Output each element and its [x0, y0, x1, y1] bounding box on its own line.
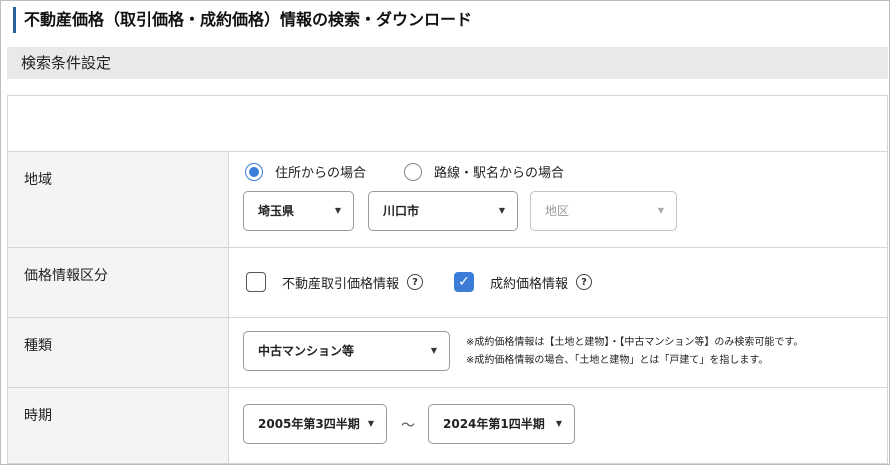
- radio-station-label: 路線・駅名からの場合: [434, 166, 565, 181]
- district-placeholder: 地区: [545, 204, 570, 218]
- chevron-down-icon: ▼: [555, 419, 562, 428]
- district-select[interactable]: 地区 ▼: [530, 191, 677, 231]
- search-panel: 不動産価格（取引価格・成約価格）情報の検索・ダウンロード 検索条件設定 地域 住…: [0, 0, 890, 465]
- property-kind-select[interactable]: 中古マンション等 ▼: [243, 331, 450, 371]
- period-to-value: 2024年第1四半期: [443, 417, 545, 431]
- period-separator: ～: [401, 418, 415, 434]
- price-type-row: 価格情報区分 不動産取引価格情報 ? ✓ 成約価格情報 ?: [8, 247, 887, 317]
- period-label: 時期: [8, 388, 229, 463]
- section-header: 検索条件設定: [7, 47, 888, 79]
- contract-price-checkbox[interactable]: ✓: [454, 272, 474, 292]
- contract-price-label: 成約価格情報: [490, 276, 569, 292]
- prefecture-value: 埼玉県: [258, 204, 295, 218]
- kind-row: 種類 中古マンション等 ▼ ※成約価格情報は【土地と建物】・【中古マンション等】…: [8, 317, 887, 387]
- radio-address[interactable]: [245, 162, 263, 181]
- kind-note-2: ※成約価格情報の場合、「土地と建物」とは「戸建て」を指します。: [466, 355, 769, 366]
- search-form: 地域 住所からの場合 路線・駅名からの場合 埼玉県 ▼ 川口市 ▼ 地区 ▼ 価…: [7, 95, 888, 464]
- transaction-price-checkbox[interactable]: [246, 272, 266, 292]
- kind-notes: ※成約価格情報は【土地と建物】・【中古マンション等】のみ検索可能です。 ※成約価…: [466, 334, 803, 370]
- radio-station-option[interactable]: 路線・駅名からの場合: [404, 162, 564, 181]
- region-row: 地域 住所からの場合 路線・駅名からの場合 埼玉県 ▼ 川口市 ▼ 地区 ▼: [8, 151, 887, 247]
- chevron-down-icon: ▼: [367, 419, 374, 428]
- radio-address-option[interactable]: 住所からの場合: [245, 162, 366, 181]
- period-from-select[interactable]: 2005年第3四半期 ▼: [243, 404, 387, 444]
- kind-note-1: ※成約価格情報は【土地と建物】・【中古マンション等】のみ検索可能です。: [466, 337, 804, 348]
- blank-row: [8, 96, 887, 151]
- period-to-select[interactable]: 2024年第1四半期 ▼: [428, 404, 575, 444]
- help-icon[interactable]: ?: [576, 274, 593, 290]
- chevron-down-icon: ▼: [498, 206, 505, 215]
- period-row: 時期 2005年第3四半期 ▼ ～ 2024年第1四半期 ▼: [8, 387, 887, 463]
- price-type-label: 価格情報区分: [8, 248, 229, 317]
- chevron-down-icon: ▼: [334, 206, 341, 215]
- contract-price-option[interactable]: ✓ 成約価格情報 ?: [454, 272, 593, 292]
- property-kind-value: 中古マンション等: [258, 344, 355, 358]
- help-icon[interactable]: ?: [407, 274, 424, 290]
- period-from-value: 2005年第3四半期: [258, 417, 360, 431]
- chevron-down-icon: ▼: [430, 346, 437, 355]
- radio-address-label: 住所からの場合: [275, 166, 367, 181]
- transaction-price-option[interactable]: 不動産取引価格情報 ?: [246, 272, 424, 292]
- kind-label: 種類: [8, 318, 229, 387]
- city-value: 川口市: [383, 204, 420, 218]
- prefecture-select[interactable]: 埼玉県 ▼: [243, 191, 354, 231]
- page-title: 不動産価格（取引価格・成約価格）情報の検索・ダウンロード: [13, 7, 472, 33]
- radio-station[interactable]: [404, 162, 422, 181]
- city-select[interactable]: 川口市 ▼: [368, 191, 518, 231]
- chevron-down-icon: ▼: [657, 206, 664, 215]
- region-label: 地域: [8, 152, 229, 247]
- transaction-price-label: 不動産取引価格情報: [282, 276, 400, 292]
